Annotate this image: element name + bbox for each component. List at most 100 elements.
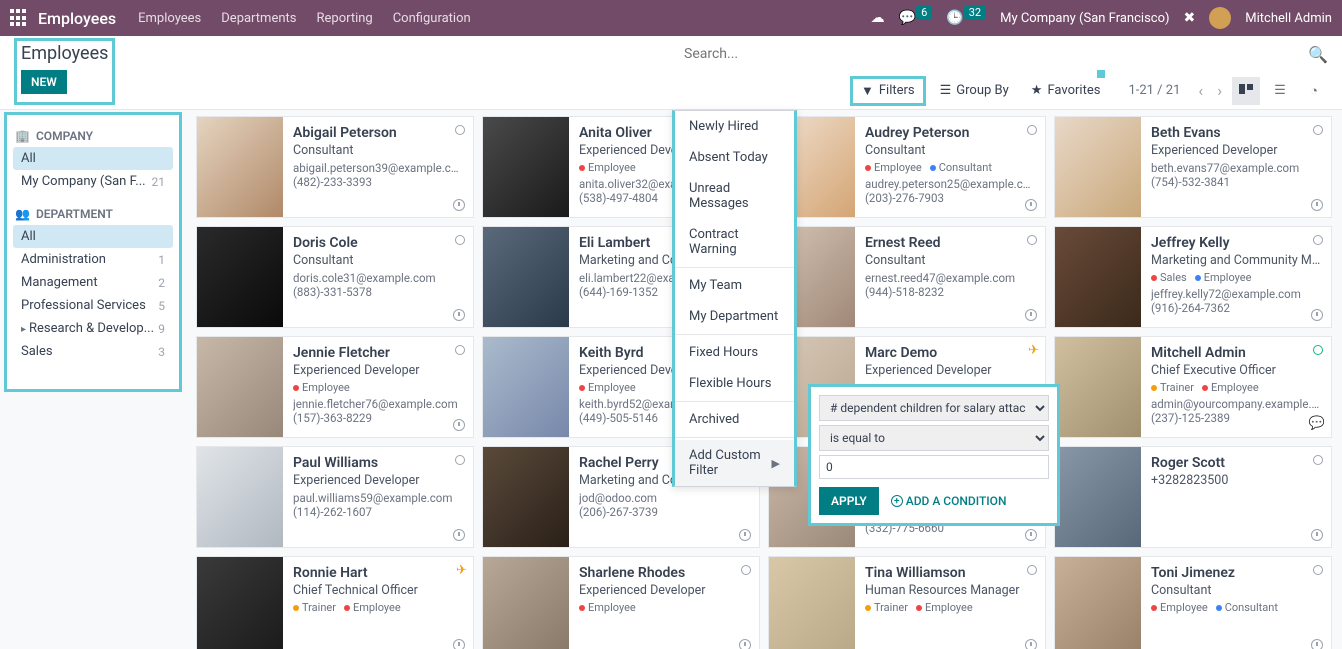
plane-icon: ✈ bbox=[456, 563, 467, 578]
pager-next[interactable]: › bbox=[1213, 81, 1226, 100]
presence-indicator bbox=[1313, 235, 1323, 245]
tag: Employee bbox=[1202, 381, 1259, 394]
activity-badge: 32 bbox=[964, 5, 986, 20]
dept-row[interactable]: ▸Research & Develop...9 bbox=[13, 317, 173, 340]
presence-indicator bbox=[455, 235, 465, 245]
tray-icon[interactable]: ☁ bbox=[871, 10, 885, 26]
employee-photo bbox=[1055, 227, 1141, 327]
dept-row[interactable]: Administration1 bbox=[13, 248, 173, 271]
tag: Employee bbox=[579, 601, 636, 614]
favorites-button[interactable]: ★Favorites bbox=[1023, 79, 1109, 102]
debug-icon[interactable]: ✖ bbox=[1184, 10, 1196, 26]
company-row[interactable]: My Company (San F...21 bbox=[13, 170, 173, 193]
employee-card[interactable]: Jennie FletcherExperienced DeveloperEmpl… bbox=[196, 336, 474, 438]
employee-name: Toni Jimenez bbox=[1151, 565, 1321, 581]
filter-option[interactable]: My Department bbox=[675, 301, 794, 332]
activities-icon[interactable]: 🕒32 bbox=[946, 10, 986, 26]
employee-card[interactable]: Jeffrey KellyMarketing and Community Man… bbox=[1054, 226, 1332, 328]
employee-email: beth.evans77@example.com bbox=[1151, 161, 1321, 175]
dept-row[interactable]: Management2 bbox=[13, 271, 173, 294]
nav-configuration[interactable]: Configuration bbox=[393, 11, 471, 26]
add-condition-button[interactable]: +ADD A CONDITION bbox=[891, 494, 1007, 508]
filters-button[interactable]: ▼Filters bbox=[850, 76, 926, 106]
employee-card[interactable]: Beth EvansExperienced Developerbeth.evan… bbox=[1054, 116, 1332, 218]
employee-role: Marketing and Community Manager bbox=[1151, 253, 1321, 268]
add-custom-filter[interactable]: Add Custom Filter▶ bbox=[675, 440, 794, 486]
message-icon[interactable]: 💬 bbox=[1309, 416, 1325, 431]
employee-card[interactable]: Abigail PetersonConsultantabigail.peters… bbox=[196, 116, 474, 218]
groupby-button[interactable]: ☰Group By bbox=[932, 79, 1017, 102]
filter-option[interactable]: Archived bbox=[675, 404, 794, 435]
employee-role: +3282823500 bbox=[1151, 473, 1321, 488]
employee-card[interactable]: Ronnie HartChief Technical OfficerTraine… bbox=[196, 556, 474, 649]
filter-option[interactable]: Flexible Hours bbox=[675, 368, 794, 399]
filter-option[interactable]: Contract Warning bbox=[675, 219, 794, 265]
filter-operator-select[interactable]: is equal to bbox=[819, 425, 1049, 451]
employee-role: Experienced Developer bbox=[865, 363, 1035, 378]
clock-icon bbox=[1025, 199, 1037, 211]
employee-email: jod@odoo.com bbox=[579, 491, 749, 505]
apps-icon[interactable] bbox=[10, 9, 28, 27]
presence-indicator bbox=[455, 125, 465, 135]
employee-name: Jennie Fletcher bbox=[293, 345, 463, 361]
company-all[interactable]: All bbox=[13, 147, 173, 170]
nav-reporting[interactable]: Reporting bbox=[316, 11, 372, 26]
nav-employees[interactable]: Employees bbox=[138, 11, 201, 26]
filter-option[interactable]: Absent Today bbox=[675, 142, 794, 173]
filter-option[interactable]: Fixed Hours bbox=[675, 337, 794, 368]
users-icon: 👥 bbox=[15, 207, 30, 221]
messages-icon[interactable]: 💬6 bbox=[899, 10, 933, 26]
filter-option[interactable]: Unread Messages bbox=[675, 173, 794, 219]
apply-button[interactable]: APPLY bbox=[819, 487, 879, 515]
nav-departments[interactable]: Departments bbox=[221, 11, 296, 26]
user-avatar[interactable] bbox=[1209, 7, 1231, 29]
tag: Trainer bbox=[865, 601, 908, 614]
filter-option[interactable]: My Team bbox=[675, 270, 794, 301]
dept-all[interactable]: All bbox=[13, 225, 173, 248]
filter-value-input[interactable] bbox=[819, 455, 1049, 479]
employee-card[interactable]: Tina WilliamsonHuman Resources ManagerTr… bbox=[768, 556, 1046, 649]
employee-card[interactable]: Doris ColeConsultantdoris.cole31@example… bbox=[196, 226, 474, 328]
view-activity[interactable]: ◔ bbox=[1300, 77, 1328, 105]
employee-photo bbox=[1055, 447, 1141, 547]
employee-email: ernest.reed47@example.com bbox=[865, 271, 1035, 285]
employee-name: Abigail Peterson bbox=[293, 125, 463, 141]
star-icon: ★ bbox=[1031, 83, 1043, 98]
employee-phone: (114)-262-1607 bbox=[293, 505, 463, 519]
employee-name: Ernest Reed bbox=[865, 235, 1035, 251]
search-input[interactable] bbox=[684, 46, 1308, 62]
employee-card[interactable]: Roger Scott+3282823500 bbox=[1054, 446, 1332, 548]
presence-indicator bbox=[1313, 565, 1323, 575]
employee-name: Audrey Peterson bbox=[865, 125, 1035, 141]
employee-card[interactable]: Toni JimenezConsultantEmployeeConsultant bbox=[1054, 556, 1332, 649]
tag: Consultant bbox=[1216, 601, 1278, 614]
employee-card[interactable]: Ernest ReedConsultanternest.reed47@examp… bbox=[768, 226, 1046, 328]
title-highlight: Employees NEW bbox=[14, 38, 115, 105]
view-kanban[interactable] bbox=[1232, 77, 1260, 105]
employee-role: Experienced Developer bbox=[579, 583, 749, 598]
company-switcher[interactable]: My Company (San Francisco) bbox=[1000, 11, 1169, 26]
search-icon[interactable]: 🔍 bbox=[1308, 45, 1328, 64]
dept-row[interactable]: Professional Services5 bbox=[13, 294, 173, 317]
view-list[interactable]: ☰ bbox=[1266, 77, 1294, 105]
employee-card[interactable]: Audrey PetersonConsultantEmployeeConsult… bbox=[768, 116, 1046, 218]
new-button[interactable]: NEW bbox=[21, 70, 67, 94]
pager-prev[interactable]: ‹ bbox=[1194, 81, 1207, 100]
building-icon: 🏢 bbox=[15, 129, 30, 143]
employee-card[interactable]: Mitchell AdminChief Executive OfficerTra… bbox=[1054, 336, 1332, 438]
filter-field-select[interactable]: # dependent children for salary attachem… bbox=[819, 395, 1049, 421]
employee-phone: (754)-532-3841 bbox=[1151, 175, 1321, 189]
user-name[interactable]: Mitchell Admin bbox=[1245, 11, 1332, 26]
employee-card[interactable]: Sharlene RhodesExperienced DeveloperEmpl… bbox=[482, 556, 760, 649]
employee-card[interactable]: Paul WilliamsExperienced Developerpaul.w… bbox=[196, 446, 474, 548]
pager-text: 1-21 / 21 bbox=[1128, 83, 1180, 98]
filter-option[interactable]: Newly Hired bbox=[675, 111, 794, 142]
employee-role: Experienced Developer bbox=[1151, 143, 1321, 158]
custom-filter-panel: # dependent children for salary attachem… bbox=[808, 384, 1060, 526]
tag: Trainer bbox=[293, 601, 336, 614]
employee-role: Consultant bbox=[293, 253, 463, 268]
dept-row[interactable]: Sales3 bbox=[13, 340, 173, 363]
clock-icon bbox=[1025, 309, 1037, 321]
tag: Employee bbox=[1195, 271, 1252, 284]
employee-photo bbox=[1055, 557, 1141, 649]
